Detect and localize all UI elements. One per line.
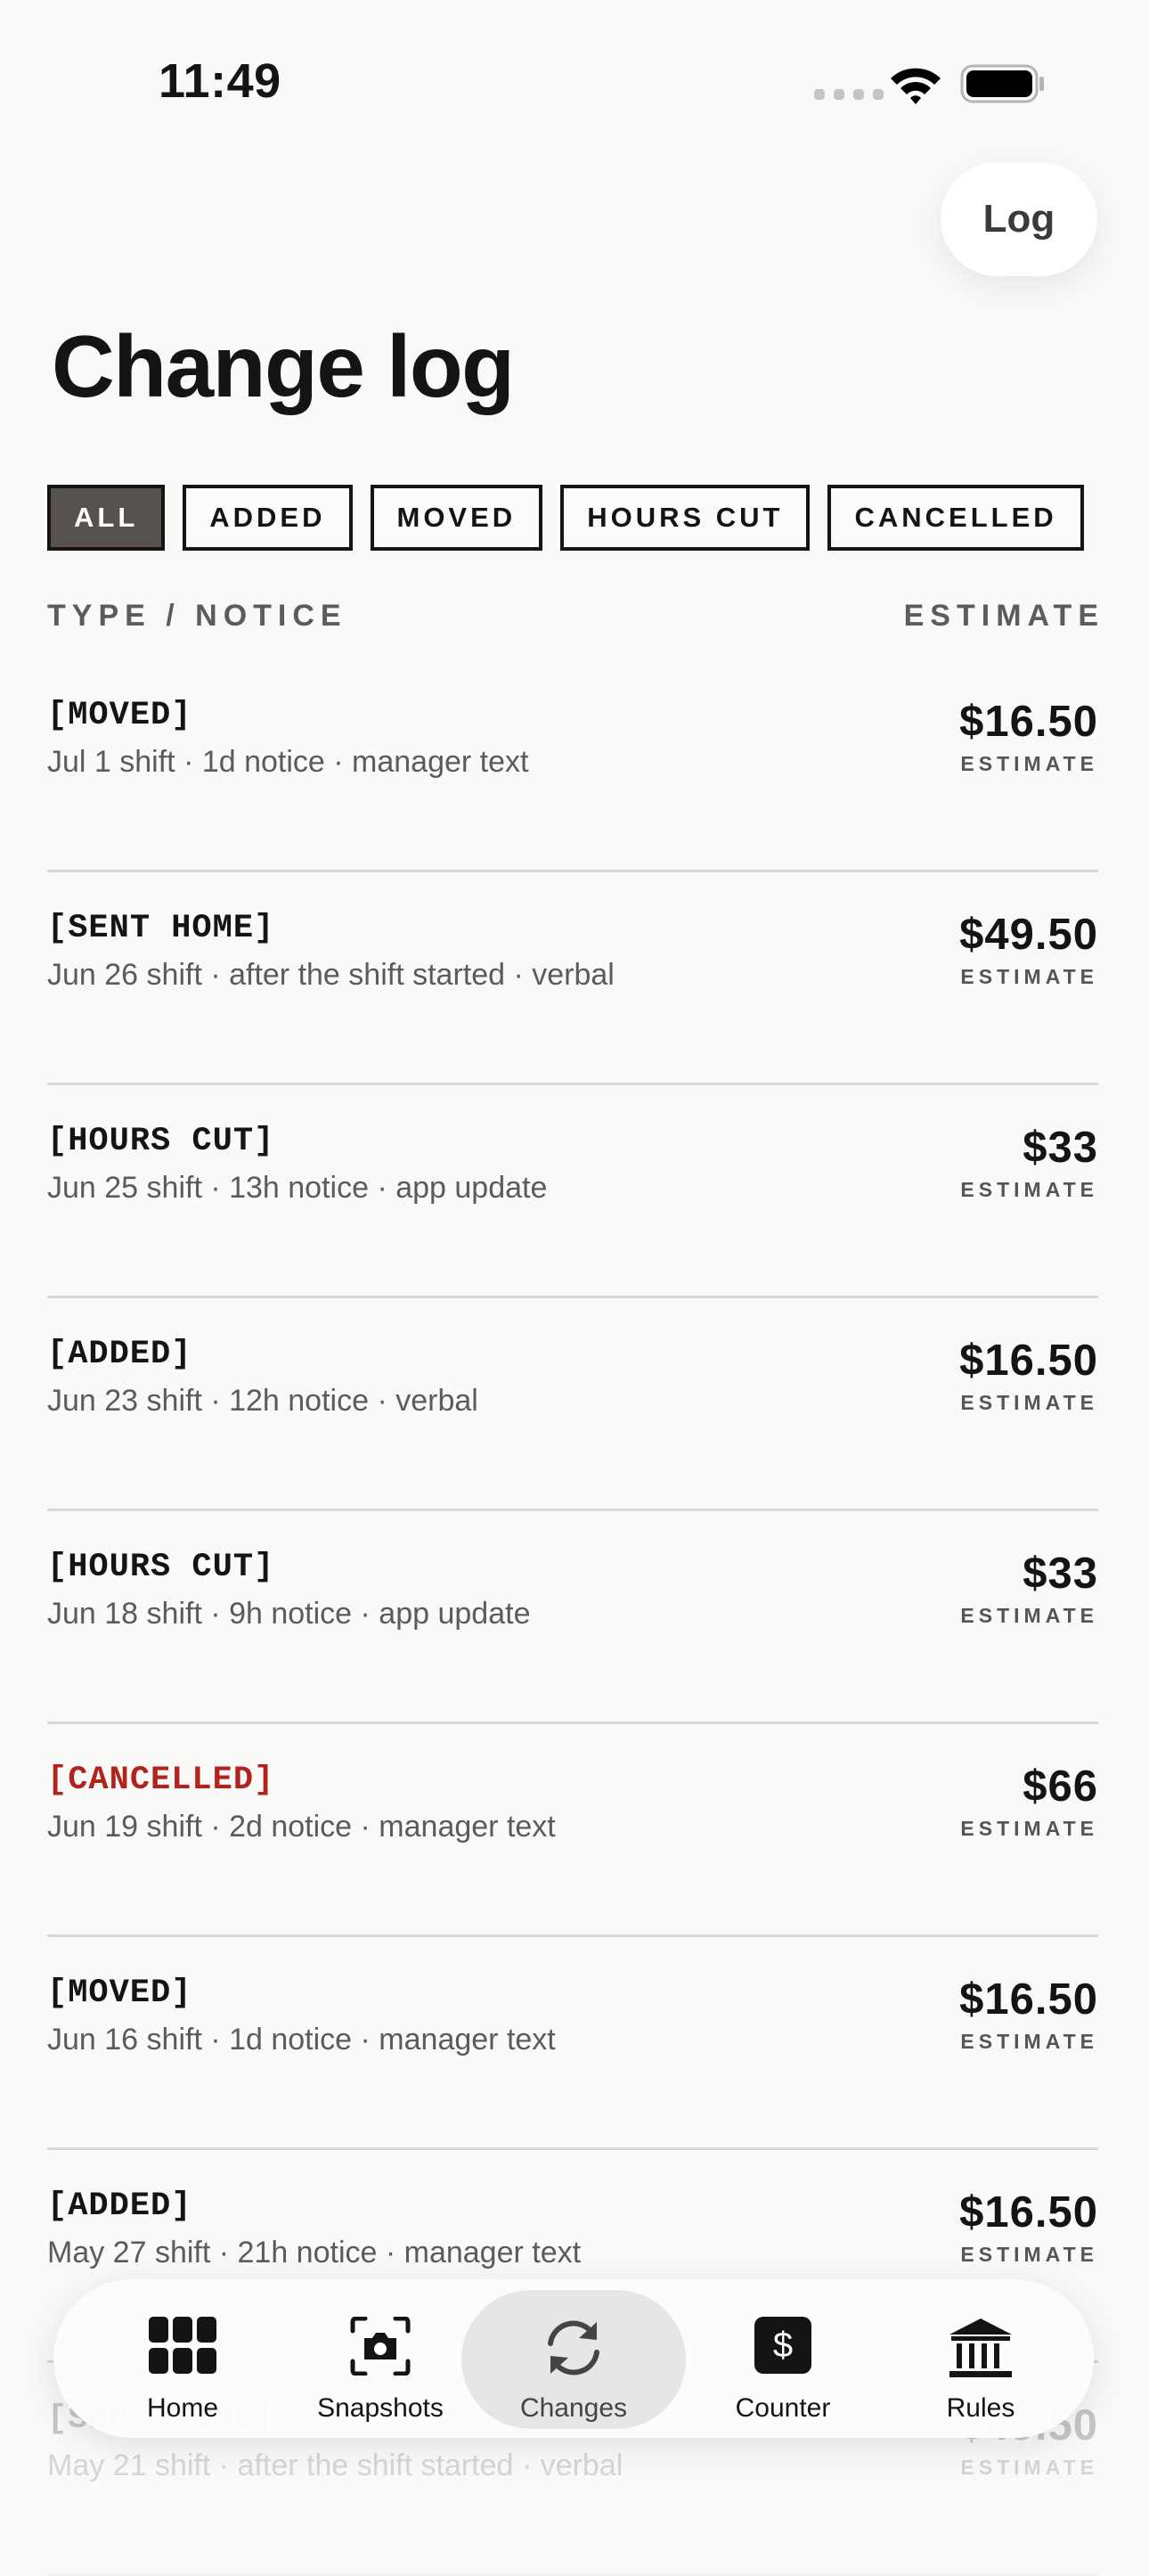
status-bar: 11:49 — [0, 0, 1149, 169]
change-row[interactable]: [SENT HOME] Jun 26 shift · after the shi… — [47, 872, 1098, 1085]
sync-arrows-icon — [548, 2320, 599, 2376]
estimate-amount: $16.50 — [959, 698, 1098, 746]
tab-label: Snapshots — [317, 2393, 444, 2423]
svg-text:$: $ — [773, 2326, 793, 2365]
estimate-label: ESTIMATE — [960, 965, 1098, 988]
tab-snapshots[interactable]: Snapshots — [287, 2290, 474, 2429]
estimate-label: ESTIMATE — [960, 1391, 1098, 1414]
estimate-amount: $16.50 — [959, 2188, 1098, 2237]
change-type: [ADDED] — [47, 2188, 192, 2225]
estimate-label: ESTIMATE — [960, 1817, 1098, 1840]
tab-changes[interactable]: Changes — [461, 2290, 686, 2429]
estimate-amount: $16.50 — [959, 1337, 1098, 1385]
filter-moved[interactable]: MOVED — [370, 485, 543, 551]
change-type: [HOURS CUT] — [47, 1123, 275, 1160]
change-type: [MOVED] — [47, 697, 192, 734]
estimate-label: ESTIMATE — [960, 2030, 1098, 2053]
change-type: [HOURS CUT] — [47, 1549, 275, 1586]
tab-counter[interactable]: $ Counter — [689, 2290, 876, 2429]
column-header-estimate: ESTIMATE — [903, 599, 1104, 633]
change-meta: Jun 19 shift · 2d notice · manager text — [47, 1810, 556, 1844]
estimate-label: ESTIMATE — [960, 2243, 1098, 2266]
change-meta: Jun 25 shift · 13h notice · app update — [47, 1171, 548, 1205]
change-meta: Jun 26 shift · after the shift started ·… — [47, 958, 615, 992]
tab-label: Changes — [519, 2393, 628, 2423]
estimate-amount: $33 — [1023, 1550, 1098, 1598]
estimate-amount: $16.50 — [959, 1975, 1098, 2024]
change-meta: Jul 1 shift · 1d notice · manager text — [47, 745, 529, 779]
estimate-amount: $66 — [1023, 1762, 1098, 1811]
change-row[interactable]: [HOURS CUT] Jun 25 shift · 13h notice · … — [47, 1085, 1098, 1298]
tab-rules[interactable]: Rules — [887, 2290, 1074, 2429]
change-type: [ADDED] — [47, 1336, 192, 1373]
estimate-amount: $33 — [1023, 1124, 1098, 1172]
filter-all[interactable]: ALL — [47, 485, 166, 551]
tab-label: Rules — [946, 2393, 1015, 2423]
status-time: 11:49 — [159, 54, 281, 108]
filter-hours-cut[interactable]: HOURS CUT — [560, 485, 811, 551]
wifi-icon — [891, 68, 941, 104]
tab-label: Home — [146, 2393, 219, 2423]
change-meta: Jun 16 shift · 1d notice · manager text — [47, 2023, 556, 2057]
filter-cancelled[interactable]: CANCELLED — [827, 485, 1084, 551]
estimate-label: ESTIMATE — [960, 2456, 1098, 2479]
camera-icon — [350, 2317, 411, 2376]
page-title: Change log — [52, 317, 515, 415]
change-row[interactable]: [CANCELLED] Jun 19 shift · 2d notice · m… — [47, 1724, 1098, 1937]
change-type: [CANCELLED] — [47, 1762, 275, 1799]
estimate-label: ESTIMATE — [960, 752, 1098, 775]
filter-added[interactable]: ADDED — [183, 485, 353, 551]
change-meta: Jun 23 shift · 12h notice · verbal — [47, 1384, 478, 1418]
log-button[interactable]: Log — [941, 162, 1097, 276]
change-row[interactable]: [MOVED] Jun 16 shift · 1d notice · manag… — [47, 1937, 1098, 2150]
estimate-label: ESTIMATE — [960, 1604, 1098, 1627]
cellular-signal-icon — [814, 89, 884, 102]
grid-icon — [149, 2317, 216, 2374]
change-meta: May 27 shift · 21h notice · manager text — [47, 2236, 582, 2269]
tab-home[interactable]: Home — [89, 2290, 276, 2429]
estimate-label: ESTIMATE — [960, 1178, 1098, 1201]
change-row[interactable]: [HOURS CUT] Jun 18 shift · 9h notice · a… — [47, 1511, 1098, 1724]
change-row[interactable]: [ADDED] Jun 23 shift · 12h notice · verb… — [47, 1298, 1098, 1511]
change-meta: Jun 18 shift · 9h notice · app update — [47, 1597, 531, 1631]
tab-label: Counter — [735, 2393, 831, 2423]
column-header-type-notice: TYPE / NOTICE — [47, 599, 347, 633]
filter-chips: ALL ADDED MOVED HOURS CUT CANCELLED — [47, 485, 1102, 552]
estimate-amount: $49.50 — [959, 911, 1098, 959]
change-type: [SENT HOME] — [47, 910, 275, 947]
change-meta: May 21 shift · after the shift started ·… — [47, 2449, 623, 2482]
battery-icon — [960, 64, 1044, 103]
bank-icon — [949, 2318, 1012, 2377]
change-type: [MOVED] — [47, 1975, 192, 2012]
dollar-icon: $ — [754, 2317, 811, 2374]
change-row[interactable]: [MOVED] Jul 1 shift · 1d notice · manage… — [47, 659, 1098, 872]
tab-bar: Home Snapshots Changes $ Counter Rules — [53, 2279, 1094, 2438]
